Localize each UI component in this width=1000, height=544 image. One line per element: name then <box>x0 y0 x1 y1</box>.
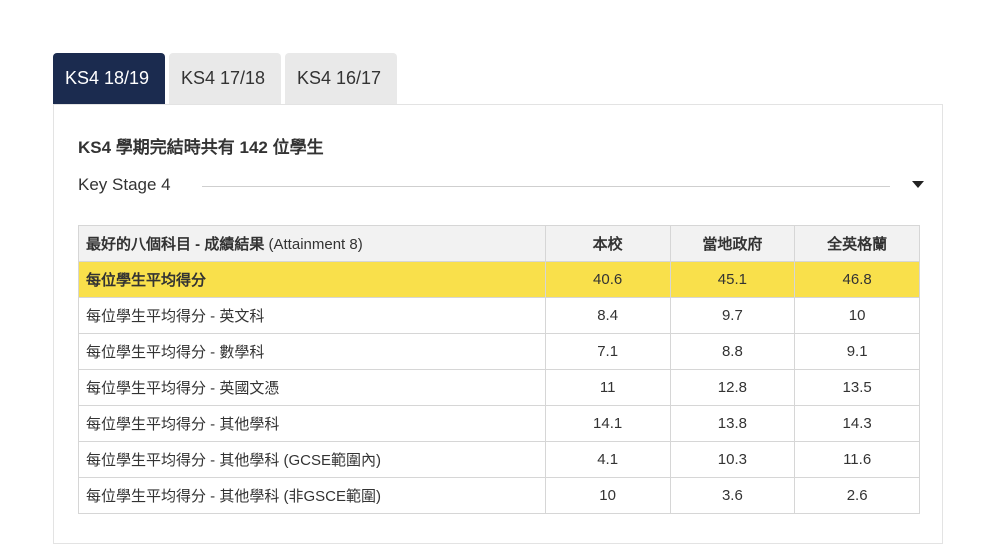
row-label: 每位學生平均得分 - 英國文憑 <box>78 369 546 406</box>
cell-school: 40.6 <box>544 261 671 298</box>
header-england: 全英格蘭 <box>794 225 920 262</box>
tab-bar: KS4 18/19 KS4 17/18 KS4 16/17 <box>53 53 401 104</box>
row-label: 每位學生平均得分 - 數學科 <box>78 333 546 370</box>
cell-england: 13.5 <box>794 369 920 406</box>
row-label: 每位學生平均得分 - 其他學科 (非GSCE範圍) <box>78 477 546 514</box>
cell-local-authority: 8.8 <box>669 333 796 370</box>
caret-down-icon[interactable] <box>912 181 924 188</box>
cell-england: 46.8 <box>794 261 920 298</box>
divider-line <box>202 186 890 187</box>
row-label: 每位學生平均得分 <box>78 261 546 298</box>
cell-school: 7.1 <box>544 333 671 370</box>
row-label: 每位學生平均得分 - 其他學科 (GCSE範圍內) <box>78 441 546 478</box>
tab-ks4-17-18[interactable]: KS4 17/18 <box>169 53 281 104</box>
cell-england: 2.6 <box>794 477 920 514</box>
cell-england: 14.3 <box>794 405 920 442</box>
tab-panel: KS4 學期完結時共有 142 位學生 Key Stage 4 最好的八個科目 … <box>53 104 943 544</box>
student-count-summary: KS4 學期完結時共有 142 位學生 <box>78 138 324 157</box>
attainment-table: 最好的八個科目 - 成績結果 (Attainment 8) 本校 當地政府 全英… <box>78 225 920 514</box>
cell-school: 14.1 <box>544 405 671 442</box>
row-label: 每位學生平均得分 - 其他學科 <box>78 405 546 442</box>
cell-england: 9.1 <box>794 333 920 370</box>
header-local-authority: 當地政府 <box>669 225 796 262</box>
header-subject: 最好的八個科目 - 成績結果 (Attainment 8) <box>78 225 546 262</box>
cell-local-authority: 12.8 <box>669 369 796 406</box>
cell-local-authority: 9.7 <box>669 297 796 334</box>
table-row: 每位學生平均得分 - 數學科 7.1 8.8 9.1 <box>78 333 920 370</box>
key-stage-toggle[interactable]: Key Stage 4 <box>78 175 924 199</box>
table-row: 每位學生平均得分 - 英國文憑 11 12.8 13.5 <box>78 369 920 406</box>
cell-local-authority: 3.6 <box>669 477 796 514</box>
cell-england: 11.6 <box>794 441 920 478</box>
table-row: 每位學生平均得分 - 其他學科 (GCSE範圍內) 4.1 10.3 11.6 <box>78 441 920 478</box>
cell-local-authority: 45.1 <box>669 261 796 298</box>
cell-school: 10 <box>544 477 671 514</box>
table-row: 每位學生平均得分 - 英文科 8.4 9.7 10 <box>78 297 920 334</box>
key-stage-label: Key Stage 4 <box>78 175 171 194</box>
table-header-row: 最好的八個科目 - 成績結果 (Attainment 8) 本校 當地政府 全英… <box>78 225 920 262</box>
tab-ks4-18-19[interactable]: KS4 18/19 <box>53 53 165 104</box>
cell-school: 8.4 <box>544 297 671 334</box>
header-school: 本校 <box>544 225 671 262</box>
table-row: 每位學生平均得分 - 其他學科 14.1 13.8 14.3 <box>78 405 920 442</box>
cell-school: 4.1 <box>544 441 671 478</box>
table-row: 每位學生平均得分 40.6 45.1 46.8 <box>78 261 920 298</box>
cell-school: 11 <box>544 369 671 406</box>
cell-local-authority: 10.3 <box>669 441 796 478</box>
cell-local-authority: 13.8 <box>669 405 796 442</box>
table-row: 每位學生平均得分 - 其他學科 (非GSCE範圍) 10 3.6 2.6 <box>78 477 920 514</box>
tab-ks4-16-17[interactable]: KS4 16/17 <box>285 53 397 104</box>
cell-england: 10 <box>794 297 920 334</box>
row-label: 每位學生平均得分 - 英文科 <box>78 297 546 334</box>
